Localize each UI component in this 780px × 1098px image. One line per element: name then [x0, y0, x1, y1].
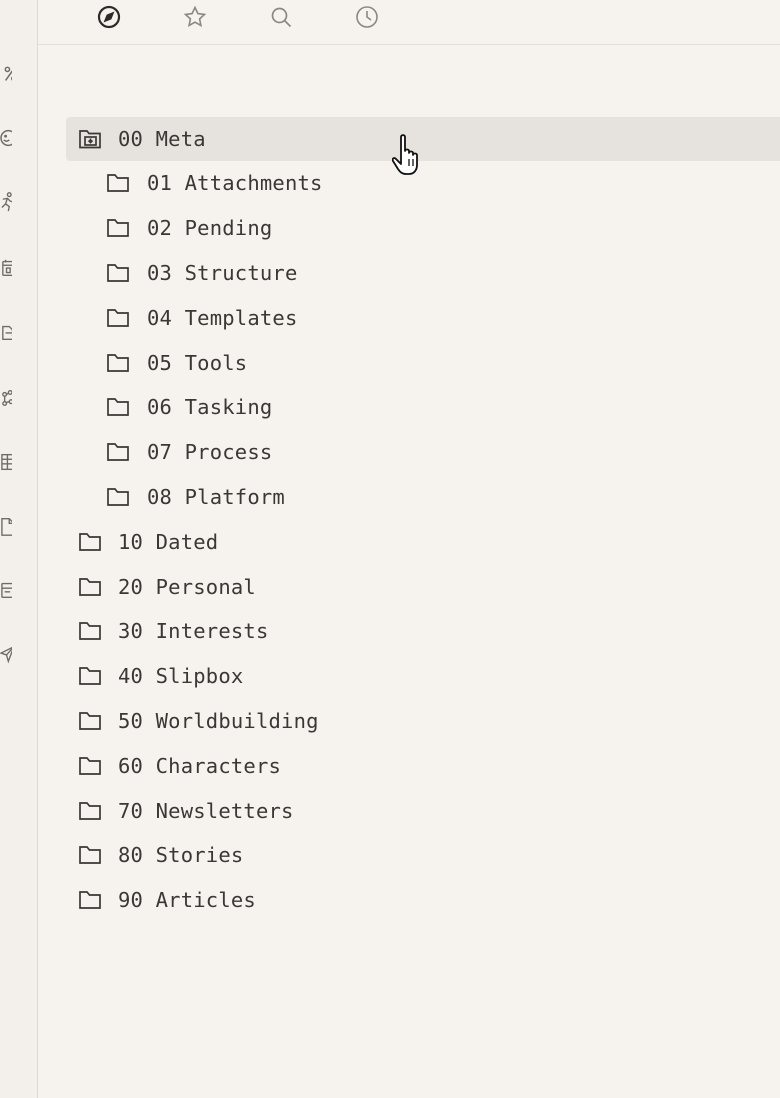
tree-folder-label: 40 Slipbox [118, 664, 244, 689]
folder-icon [77, 531, 103, 553]
folder-icon [77, 755, 103, 777]
tree-folder-label: 00 Meta [118, 127, 206, 151]
tree-folder[interactable]: 07 Process [0, 430, 780, 475]
tree-folder-label: 10 Dated [118, 529, 219, 554]
sidebar-tab-bar [38, 0, 780, 45]
folder-icon [77, 620, 103, 642]
tree-folder[interactable]: 70 Newsletters [0, 788, 780, 833]
tree-folder[interactable]: 30 Interests [0, 609, 780, 654]
folder-icon [77, 844, 103, 866]
tree-folder-label: 05 Tools [147, 350, 248, 375]
folder-icon [77, 576, 103, 598]
tree-folder[interactable]: 08 Platform [0, 475, 780, 520]
tree-folder[interactable]: 03 Structure [0, 251, 780, 296]
tree-folder[interactable]: 80 Stories [0, 833, 780, 878]
tree-folder-label: 50 Worldbuilding [118, 708, 319, 733]
clock-icon[interactable] [353, 3, 381, 31]
tree-folder-label: 07 Process [147, 440, 273, 465]
tree-folder[interactable]: 01 Attachments [0, 161, 780, 206]
tree-folder[interactable]: 04 Templates [0, 295, 780, 340]
tree-folder-label: 90 Articles [118, 888, 256, 913]
tree-folder-label: 80 Stories [118, 843, 244, 868]
tree-folder-label: 30 Interests [118, 619, 269, 644]
tree-folder[interactable]: 02 Pending [0, 206, 780, 251]
tree-folder-label: 01 Attachments [147, 171, 323, 196]
tree-folder-label: 60 Characters [118, 753, 282, 778]
folder-icon [105, 262, 131, 284]
file-tree: 00 Meta 01 Attachments 02 Pending 03 Str… [0, 117, 780, 923]
folder-icon [77, 889, 103, 911]
folder-icon [105, 307, 131, 329]
folder-icon [105, 217, 131, 239]
tree-folder[interactable]: 90 Articles [0, 878, 780, 923]
tree-folder-label: 06 Tasking [147, 395, 273, 420]
tree-folder[interactable]: 05 Tools [0, 340, 780, 385]
percent-icon[interactable] [0, 62, 16, 86]
tree-folder-label: 03 Structure [147, 260, 298, 285]
folder-icon [105, 441, 131, 463]
folder-icon [105, 172, 131, 194]
folder-open-icon[interactable] [77, 128, 103, 150]
folder-icon [105, 396, 131, 418]
tree-folder-label: 02 Pending [147, 216, 273, 241]
folder-icon [105, 486, 131, 508]
tree-folder[interactable]: 06 Tasking [0, 385, 780, 430]
tree-folder-label: 70 Newsletters [118, 798, 294, 823]
tree-folder-label: 04 Templates [147, 305, 298, 330]
star-icon[interactable] [181, 3, 209, 31]
tree-folder[interactable]: 20 Personal [0, 564, 780, 609]
compass-icon[interactable] [95, 3, 123, 31]
tree-folder[interactable]: 60 Characters [0, 743, 780, 788]
tree-folder[interactable]: 50 Worldbuilding [0, 699, 780, 744]
tree-folder-label: 20 Personal [118, 574, 256, 599]
tree-folder[interactable]: 40 Slipbox [0, 654, 780, 699]
folder-icon [77, 800, 103, 822]
hand-cursor-icon [392, 134, 418, 175]
tree-folder[interactable]: 10 Dated [0, 519, 780, 564]
tree-folder-label: 08 Platform [147, 484, 285, 509]
folder-icon [77, 665, 103, 687]
folder-icon [77, 710, 103, 732]
folder-icon [105, 352, 131, 374]
search-icon[interactable] [267, 3, 295, 31]
